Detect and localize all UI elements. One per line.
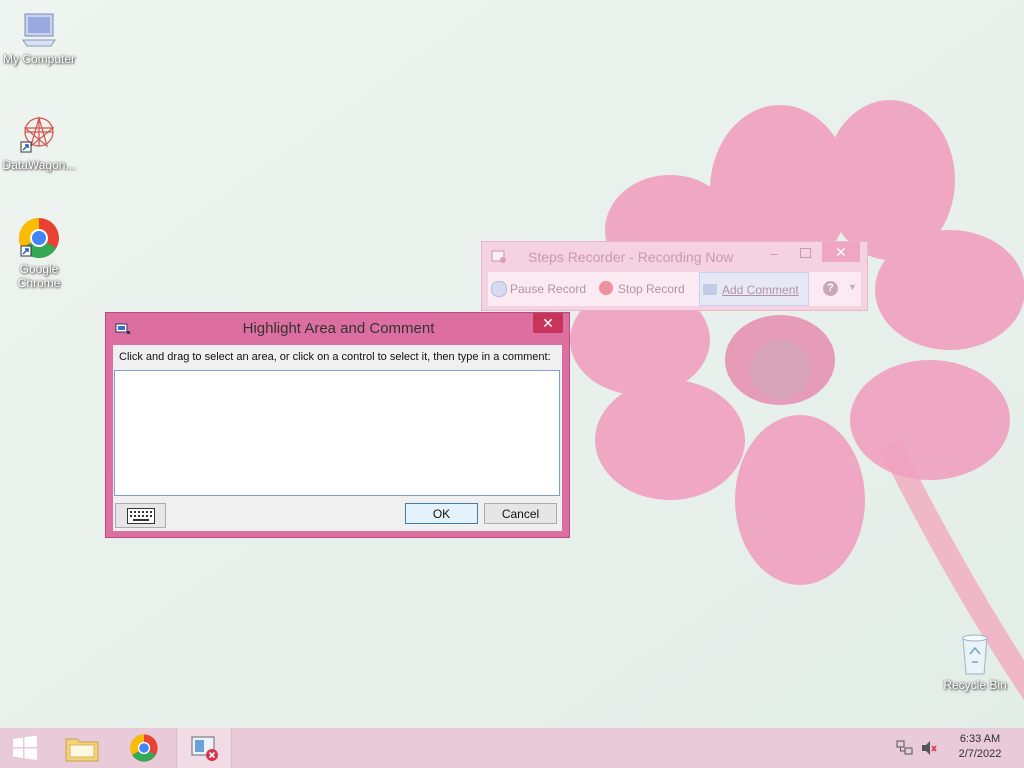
desktop-icon-datawagon[interactable]: DataWagon... [0,112,78,172]
chrome-icon [130,734,158,762]
stop-record-button[interactable]: Stop Record [596,272,696,306]
taskbar: 6:33 AM 2/7/2022 [0,728,1024,768]
help-dropdown-icon[interactable]: ▼ [848,282,857,292]
computer-icon [22,13,56,47]
desktop-icon-label: Recycle Bin [943,678,1007,692]
taskbar-steps-recorder[interactable] [176,728,232,768]
recycle-bin-icon [962,634,988,675]
chrome-icon [19,218,59,258]
dialog-close-button[interactable]: ✕ [533,313,563,333]
datawagon-icon [20,115,55,153]
steps-recorder-icon [191,736,218,761]
on-screen-keyboard-button[interactable] [115,503,166,528]
steps-recorder-app-icon [491,250,506,263]
cancel-button[interactable]: Cancel [484,503,557,524]
desktop-icon-label: DataWagon... [2,158,76,172]
close-icon: ✕ [835,244,847,260]
clock[interactable]: 6:33 AM 2/7/2022 [952,732,1008,762]
taskbar-file-explorer[interactable] [54,728,110,768]
steps-recorder-toolbar: Pause Record Stop Record Add Comment ? ▼ [488,272,861,306]
dialog-body: Click and drag to select an area, or cli… [113,345,562,531]
start-button[interactable] [0,728,56,768]
clock-time: 6:33 AM [959,733,1001,745]
desktop-icon-google-chrome[interactable]: Google Chrome [0,216,78,290]
ok-button[interactable]: OK [405,503,478,524]
minimize-button[interactable]: – [770,245,778,261]
add-comment-icon [703,284,717,295]
taskbar-google-chrome[interactable] [116,728,172,768]
windows-logo-icon [13,735,37,760]
dialog-title: Highlight Area and Comment [242,320,435,337]
desktop-icon-label: Google Chrome [17,262,61,290]
steps-recorder-window[interactable]: Steps Recorder - Recording Now – ✕ Pause… [481,241,868,311]
network-icon[interactable] [896,740,914,756]
comment-textarea[interactable] [114,370,560,496]
dialog-prompt: Click and drag to select an area, or cli… [119,351,551,363]
keyboard-icon [127,508,155,524]
stop-icon [599,281,613,295]
desktop-icon-recycle-bin[interactable]: Recycle Bin [936,632,1014,692]
pause-record-button[interactable]: Pause Record [488,272,588,306]
desktop-icon-label: My Computer [2,52,76,66]
close-icon: ✕ [542,315,554,331]
add-comment-button[interactable]: Add Comment [699,272,809,306]
help-icon[interactable]: ? [823,281,838,296]
steps-recorder-title: Steps Recorder - Recording Now [528,249,734,265]
maximize-button[interactable] [800,248,811,258]
clock-date: 2/7/2022 [958,748,1002,760]
desktop-icon-my-computer[interactable]: My Computer [0,10,78,66]
pause-icon [491,281,507,297]
steps-recorder-close-button[interactable]: ✕ [822,242,860,262]
folder-icon [65,738,99,762]
highlight-comment-dialog[interactable]: Highlight Area and Comment ✕ Click and d… [105,312,570,538]
volume-muted-icon[interactable] [920,740,938,756]
